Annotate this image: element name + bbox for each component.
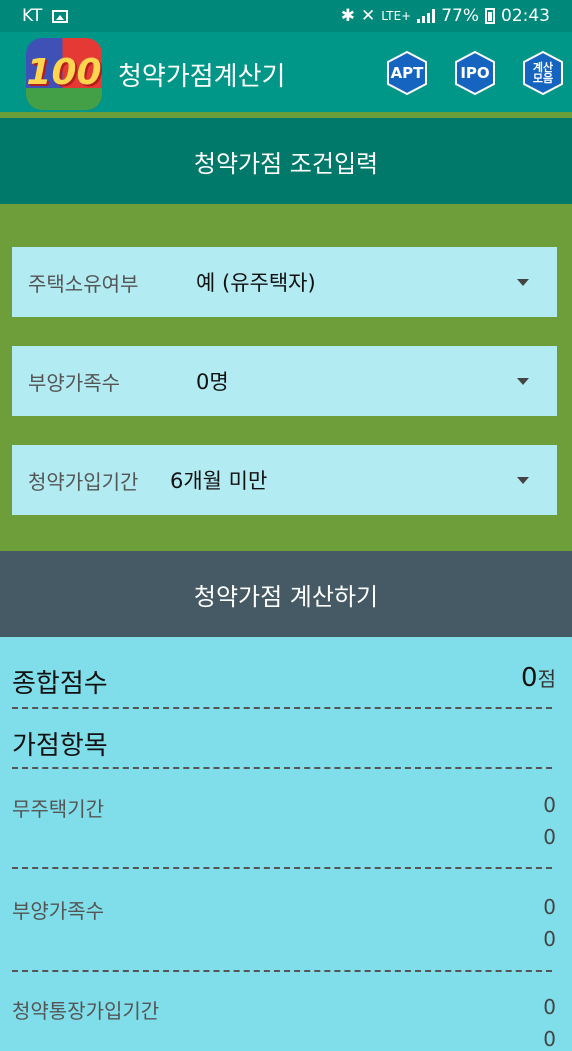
apt-button-label: APT [390, 63, 424, 82]
total-score: 0점 [521, 663, 556, 693]
total-score-value: 0 [521, 663, 538, 693]
battery-icon [485, 8, 495, 24]
signal-icon [417, 9, 436, 23]
dropdown-arrow-icon [517, 378, 529, 385]
ipo-button-label: IPO [460, 63, 490, 82]
home-ownership-label: 주택소유여부 [28, 271, 139, 296]
divider [12, 707, 552, 709]
item-value: 0 [543, 793, 556, 817]
input-form: 주택소유여부 예 (유주택자) 부양가족수 0명 청약가입기간 6개월 미만 [0, 204, 572, 551]
apt-button[interactable]: APT [385, 50, 429, 96]
home-ownership-select[interactable]: 주택소유여부 예 (유주택자) [12, 247, 557, 317]
subscription-period-select[interactable]: 청약가입기간 6개월 미만 [12, 445, 557, 515]
status-bar: KT ✱ ✕ LTE+ 77% 02:43 [0, 0, 572, 32]
image-notification-icon [52, 9, 69, 23]
clock: 02:43 [501, 6, 550, 26]
dependents-value: 0명 [196, 370, 229, 394]
carrier-label: KT [22, 6, 43, 26]
divider [12, 970, 552, 972]
item-value: 0 [543, 895, 556, 919]
divider [12, 867, 552, 869]
calculate-button[interactable]: 청약가점 계산하기 [0, 551, 572, 637]
mute-icon: ✕ [360, 6, 376, 26]
dependents-select[interactable]: 부양가족수 0명 [12, 346, 557, 416]
divider [12, 767, 552, 769]
subscription-period-label: 청약가입기간 [28, 469, 139, 494]
logo-number: 100 [26, 52, 102, 93]
dropdown-arrow-icon [517, 477, 529, 484]
section-title: 청약가점 조건입력 [0, 118, 572, 204]
total-score-label: 종합점수 [12, 669, 108, 699]
item-value: 0 [543, 995, 556, 1019]
app-logo: 100 [26, 38, 102, 110]
item-label: 청약통장가입기간 [12, 999, 160, 1023]
calculator-collection-label: 계산모음 [532, 61, 554, 85]
dependents-label: 부양가족수 [28, 370, 120, 395]
battery-percent: 77% [441, 6, 479, 26]
item-value: 0 [543, 825, 556, 849]
subscription-period-value: 6개월 미만 [170, 469, 268, 493]
app-title: 청약가점계산기 [118, 62, 286, 92]
total-score-unit: 점 [537, 667, 556, 691]
bluetooth-icon: ✱ [340, 6, 355, 26]
home-ownership-value: 예 (유주택자) [196, 271, 316, 295]
ipo-button[interactable]: IPO [453, 50, 497, 96]
app-bar: 100 청약가점계산기 APT IPO 계산모음 [0, 32, 572, 112]
item-value: 0 [543, 927, 556, 951]
network-label: LTE+ [381, 9, 412, 23]
calculator-collection-button[interactable]: 계산모음 [521, 50, 565, 96]
items-header: 가점항목 [12, 731, 108, 761]
item-label: 부양가족수 [12, 899, 104, 923]
item-label: 무주택기간 [12, 797, 104, 821]
results-panel: 종합점수 0점 가점항목 무주택기간 0 0 부양가족수 0 0 청약통장가입기… [0, 637, 572, 1051]
dropdown-arrow-icon [517, 279, 529, 286]
item-value: 0 [543, 1027, 556, 1051]
